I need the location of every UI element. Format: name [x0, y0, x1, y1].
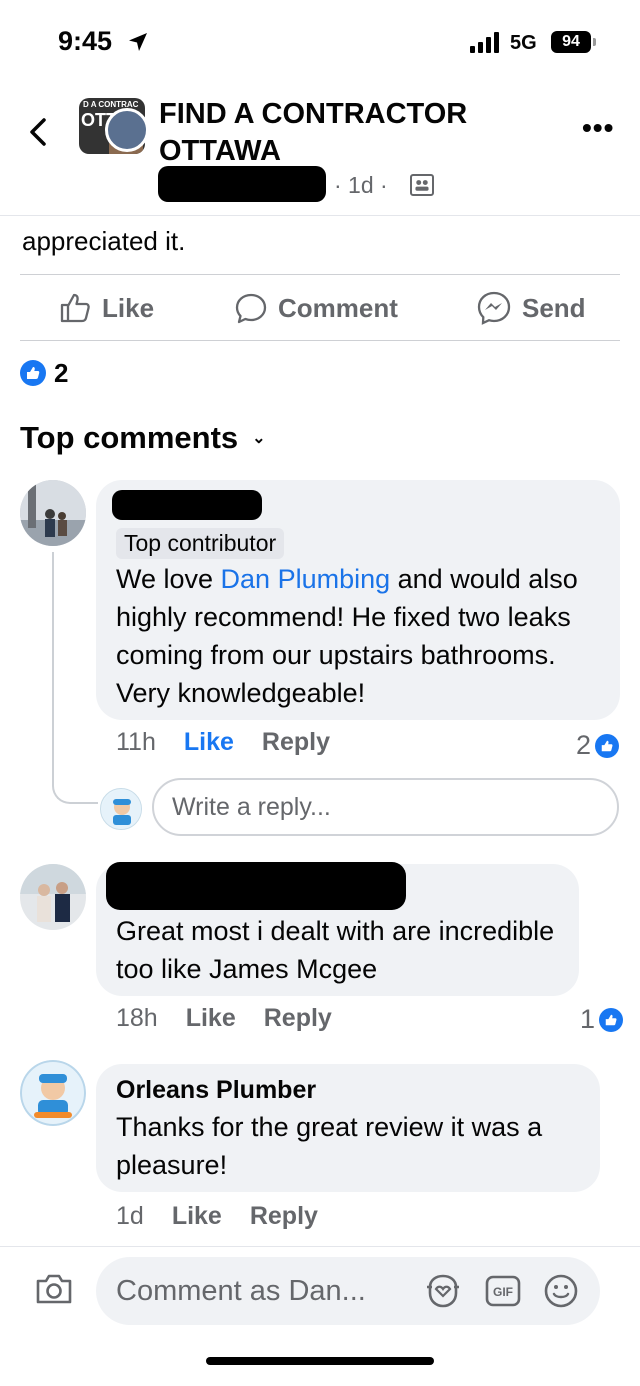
comment-time: 11h — [116, 728, 156, 756]
comment-like-button[interactable]: Like — [172, 1202, 222, 1231]
comment-like-button[interactable]: Like — [186, 1004, 236, 1033]
redacted-author-name — [158, 166, 326, 202]
reply-thread-line — [52, 552, 98, 804]
comment-input[interactable]: Comment as Dan... GIF — [96, 1257, 600, 1325]
comment-like-count[interactable]: 2 — [576, 730, 620, 761]
commenter-avatar[interactable] — [20, 1060, 86, 1126]
more-icon[interactable]: ••• — [582, 114, 618, 142]
location-arrow-icon — [129, 33, 147, 51]
comment-reply-button[interactable]: Reply — [264, 1004, 332, 1033]
battery-icon: 94 — [551, 31, 591, 53]
battery-tip — [593, 38, 596, 46]
comment-time: 1d — [116, 1202, 144, 1230]
status-time: 9:45 — [58, 26, 113, 56]
comment-text: Great most i dealt with are incredible t… — [116, 916, 555, 984]
group-audience-icon — [410, 174, 434, 196]
redacted-commenter-name — [106, 862, 406, 910]
like-badge-icon — [595, 733, 620, 758]
comment-text-part: We love — [116, 564, 221, 594]
redacted-commenter-name — [112, 490, 262, 520]
divider — [20, 274, 620, 275]
avatar-sticker-icon[interactable] — [424, 1273, 462, 1309]
status-bar: 9:45 5G 94 — [0, 0, 640, 88]
comment-input-placeholder: Comment as Dan... — [116, 1275, 366, 1307]
smiley-icon[interactable] — [542, 1273, 580, 1309]
comment-button[interactable]: Comment — [234, 276, 398, 340]
network-label: 5G — [510, 32, 537, 54]
avatar-sticker-icon — [100, 788, 142, 830]
comment-text: Thanks for the great review it was a ple… — [116, 1112, 543, 1180]
group-name[interactable]: FIND A CONTRACTOR OTTAWA — [159, 96, 539, 170]
comment-sort-label: Top comments — [20, 420, 239, 455]
comment-actions: 18h Like Reply — [116, 1004, 332, 1033]
dan-plumbing-link[interactable]: Dan Plumbing — [221, 564, 391, 594]
post-text: appreciated it. — [22, 226, 186, 256]
comment-time: 18h — [116, 1004, 158, 1032]
send-button[interactable]: Send — [476, 276, 586, 340]
comment-text: We love Dan Plumbing and would also high… — [116, 560, 612, 712]
comment-reply-button[interactable]: Reply — [250, 1202, 318, 1231]
like-button[interactable]: Like — [58, 276, 154, 340]
gif-icon[interactable]: GIF — [484, 1273, 522, 1309]
like-label: Like — [102, 292, 155, 323]
chevron-down-icon: ⌄ — [252, 430, 266, 447]
comment-icon — [235, 293, 267, 324]
divider — [20, 340, 620, 341]
comment-author[interactable]: Orleans Plumber — [116, 1074, 316, 1106]
comment-like-button[interactable]: Like — [184, 728, 234, 757]
reply-row: Write a reply... — [100, 776, 620, 838]
reaction-count: 2 — [54, 357, 69, 388]
comment-sort-dropdown[interactable]: Top comments ⌄ — [20, 420, 266, 456]
post-header: D A CONTRAC OTT FIND A CONTRACTOR OTTAWA… — [0, 88, 640, 216]
like-badge-icon — [599, 1007, 624, 1032]
commenter-avatar[interactable] — [20, 480, 86, 546]
top-contributor-badge: Top contributor — [116, 528, 285, 559]
comment-actions: 1d Like Reply — [116, 1202, 318, 1231]
home-indicator — [206, 1357, 434, 1365]
send-label: Send — [522, 292, 586, 323]
comment-like-count-value: 2 — [576, 730, 592, 760]
thumbs-up-icon — [60, 293, 90, 323]
post-actions: Like Comment Send — [0, 276, 640, 340]
camera-icon[interactable] — [34, 1271, 74, 1307]
messenger-send-icon — [477, 291, 511, 325]
comment-actions: 11h Like Reply — [116, 728, 330, 757]
signal-icon — [470, 31, 502, 53]
reaction-summary[interactable]: 2 — [20, 358, 68, 388]
comment-like-count[interactable]: 1 — [580, 1004, 624, 1035]
comment-label: Comment — [278, 292, 398, 323]
comment-reply-button[interactable]: Reply — [262, 728, 330, 757]
commenter-avatar[interactable] — [20, 864, 86, 930]
reply-input[interactable]: Write a reply... — [152, 778, 619, 836]
post-time: · 1d · — [334, 172, 388, 198]
comment-like-count-value: 1 — [580, 1004, 596, 1034]
back-chevron-icon[interactable] — [24, 112, 54, 152]
like-badge-icon — [20, 360, 46, 386]
comment-composer: Comment as Dan... GIF — [0, 1246, 640, 1386]
gif-label: GIF — [493, 1285, 513, 1299]
author-avatar[interactable] — [105, 108, 149, 152]
